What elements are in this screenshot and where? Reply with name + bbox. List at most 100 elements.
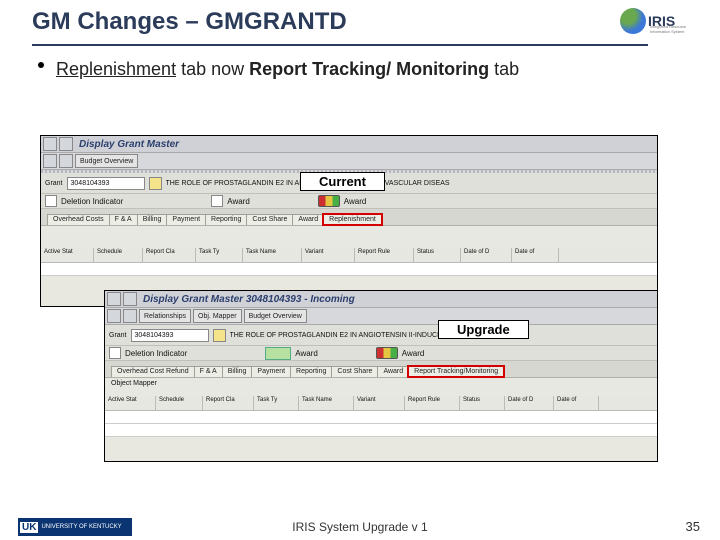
col-header[interactable]: Active Stat [105, 396, 156, 410]
status-label: Award [227, 197, 250, 206]
status-label: Deletion Indicator [125, 349, 187, 358]
table-row[interactable] [105, 424, 657, 437]
status-glyph-icon [45, 195, 57, 207]
budget-overview-button[interactable]: Budget Overview [75, 154, 138, 168]
sap1-toolbar: Budget Overview [41, 153, 657, 170]
col-header[interactable]: Date of [512, 248, 559, 262]
sap-screenshot-upgrade: Display Grant Master 3048104393 - Incomi… [104, 290, 658, 462]
grant-row: Grant 3048104393 THE ROLE OF PROSTAGLAND… [105, 325, 657, 346]
col-header[interactable]: Task Name [243, 248, 302, 262]
label-upgrade: Upgrade [438, 320, 529, 339]
col-header[interactable]: Status [460, 396, 505, 410]
toolbar-icon[interactable] [123, 309, 137, 323]
col-header[interactable]: Date of D [505, 396, 554, 410]
table-row[interactable] [41, 263, 657, 276]
col-header[interactable]: Report Rule [355, 248, 414, 262]
col-header[interactable]: Report Cla [203, 396, 254, 410]
tab-reporting[interactable]: Reporting [205, 214, 247, 225]
status-label: Award [402, 349, 425, 358]
status-label: Award [344, 197, 367, 206]
col-header[interactable]: Report Rule [405, 396, 460, 410]
footer-center: IRIS System Upgrade v 1 [0, 520, 720, 534]
toolbar-icon[interactable] [59, 137, 73, 151]
col-header[interactable]: Active Stat [41, 248, 94, 262]
tab-overhead-costs[interactable]: Overhead Costs [47, 214, 110, 225]
sap1-titlebar: Display Grant Master [41, 136, 657, 153]
grant-id-field[interactable]: 3048104393 [131, 329, 209, 342]
iris-logo: IRIS Integrated Resource Information Sys… [620, 4, 692, 38]
tab-reporting[interactable]: Reporting [290, 366, 332, 377]
tab-billing[interactable]: Billing [137, 214, 168, 225]
relationships-button[interactable]: Relationships [139, 309, 191, 323]
tab-cost-share[interactable]: Cost Share [246, 214, 293, 225]
col-header[interactable]: Variant [302, 248, 355, 262]
status-row: Deletion Indicator Award Award [41, 194, 657, 209]
tab-cost-share[interactable]: Cost Share [331, 366, 378, 377]
status-row: Deletion Indicator Award Award [105, 346, 657, 361]
tab-billing[interactable]: Billing [222, 366, 253, 377]
title-rule [32, 44, 648, 46]
col-header[interactable]: Variant [354, 396, 405, 410]
col-header[interactable]: Task Ty [254, 396, 299, 410]
grant-label: Grant [45, 180, 63, 187]
col-header[interactable]: Schedule [94, 248, 143, 262]
status-glyph-icon [211, 195, 223, 207]
iris-logo-icon [620, 8, 646, 34]
toolbar-icon[interactable] [43, 137, 57, 151]
sap2-grid-header: Active Stat Schedule Report Cla Task Ty … [105, 396, 657, 411]
budget-overview-button[interactable]: Budget Overview [244, 309, 307, 323]
traffic-light-icon [318, 195, 340, 207]
grant-id-field[interactable]: 3048104393 [67, 177, 145, 190]
section-label: Object Mapper [105, 378, 657, 396]
toolbar-icon[interactable] [107, 292, 121, 306]
status-label: Deletion Indicator [61, 197, 123, 206]
toolbar-icon[interactable] [123, 292, 137, 306]
toolbar-icon[interactable] [59, 154, 73, 168]
search-help-icon[interactable] [149, 177, 162, 190]
iris-logo-sub: Integrated Resource Information System [650, 24, 692, 34]
toolbar-icon[interactable] [43, 154, 57, 168]
sap2-title: Display Grant Master 3048104393 - Incomi… [143, 294, 355, 305]
tab-report-tracking-monitoring[interactable]: Report Tracking/Monitoring [408, 366, 504, 377]
tab-fa[interactable]: F & A [194, 366, 223, 377]
bullet-word2: Report Tracking/ Monitoring [249, 59, 489, 79]
col-header[interactable]: Schedule [156, 396, 203, 410]
sap2-tabstrip: Overhead Cost Refund F & A Billing Payme… [105, 361, 657, 378]
page-number: 35 [686, 519, 700, 534]
tab-overhead-cost-refund[interactable]: Overhead Cost Refund [111, 366, 195, 377]
bullet-item: Replenishment tab now Report Tracking/ M… [40, 58, 600, 81]
grant-desc: THE ROLE OF PROSTAGLANDIN E2 IN ANGIOTEN… [166, 180, 653, 187]
tab-payment[interactable]: Payment [251, 366, 291, 377]
col-header[interactable]: Date of [554, 396, 599, 410]
toolbar-icon[interactable] [107, 309, 121, 323]
sap-screenshot-current: Display Grant Master Budget Overview Gra… [40, 135, 658, 307]
tab-replenishment[interactable]: Replenishment [323, 214, 382, 225]
col-header[interactable]: Status [414, 248, 461, 262]
grant-label: Grant [109, 332, 127, 339]
sap1-title: Display Grant Master [79, 139, 179, 150]
status-button[interactable] [265, 347, 291, 360]
bullet-dot-icon [38, 62, 44, 68]
table-row[interactable] [105, 411, 657, 424]
col-header[interactable]: Task Name [299, 396, 354, 410]
tab-award[interactable]: Award [292, 214, 324, 225]
bullet-mid: tab now [176, 59, 249, 79]
bullet-word1: Replenishment [56, 59, 176, 79]
status-glyph-icon [109, 347, 121, 359]
tab-fa[interactable]: F & A [109, 214, 138, 225]
label-current: Current [300, 172, 385, 191]
search-help-icon[interactable] [213, 329, 226, 342]
status-label: Award [295, 349, 318, 358]
col-header[interactable]: Date of D [461, 248, 512, 262]
tab-payment[interactable]: Payment [166, 214, 206, 225]
tab-award[interactable]: Award [377, 366, 409, 377]
slide-title: GM Changes – GMGRANTD [32, 8, 347, 36]
sap2-toolbar: Relationships Obj. Mapper Budget Overvie… [105, 308, 657, 325]
obj-mapper-button[interactable]: Obj. Mapper [193, 309, 242, 323]
col-header[interactable]: Report Cla [143, 248, 196, 262]
col-header[interactable]: Task Ty [196, 248, 243, 262]
sap2-titlebar: Display Grant Master 3048104393 - Incomi… [105, 291, 657, 308]
bullet-post: tab [489, 59, 519, 79]
sap1-tabstrip: Overhead Costs F & A Billing Payment Rep… [41, 209, 657, 226]
traffic-light-icon [376, 347, 398, 359]
